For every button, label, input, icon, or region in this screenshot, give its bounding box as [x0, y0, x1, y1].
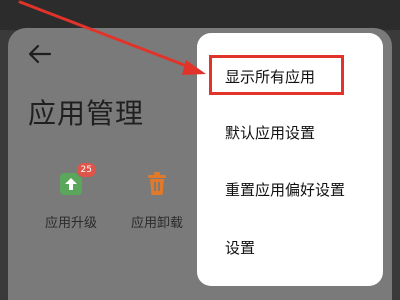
phone-screenshot: 应用管理 25 应用升级 应用卸载 显示所有应用 默认应用设置 重置应用偏好设置 — [0, 0, 400, 300]
annotation-arrow-icon — [18, 0, 206, 75]
